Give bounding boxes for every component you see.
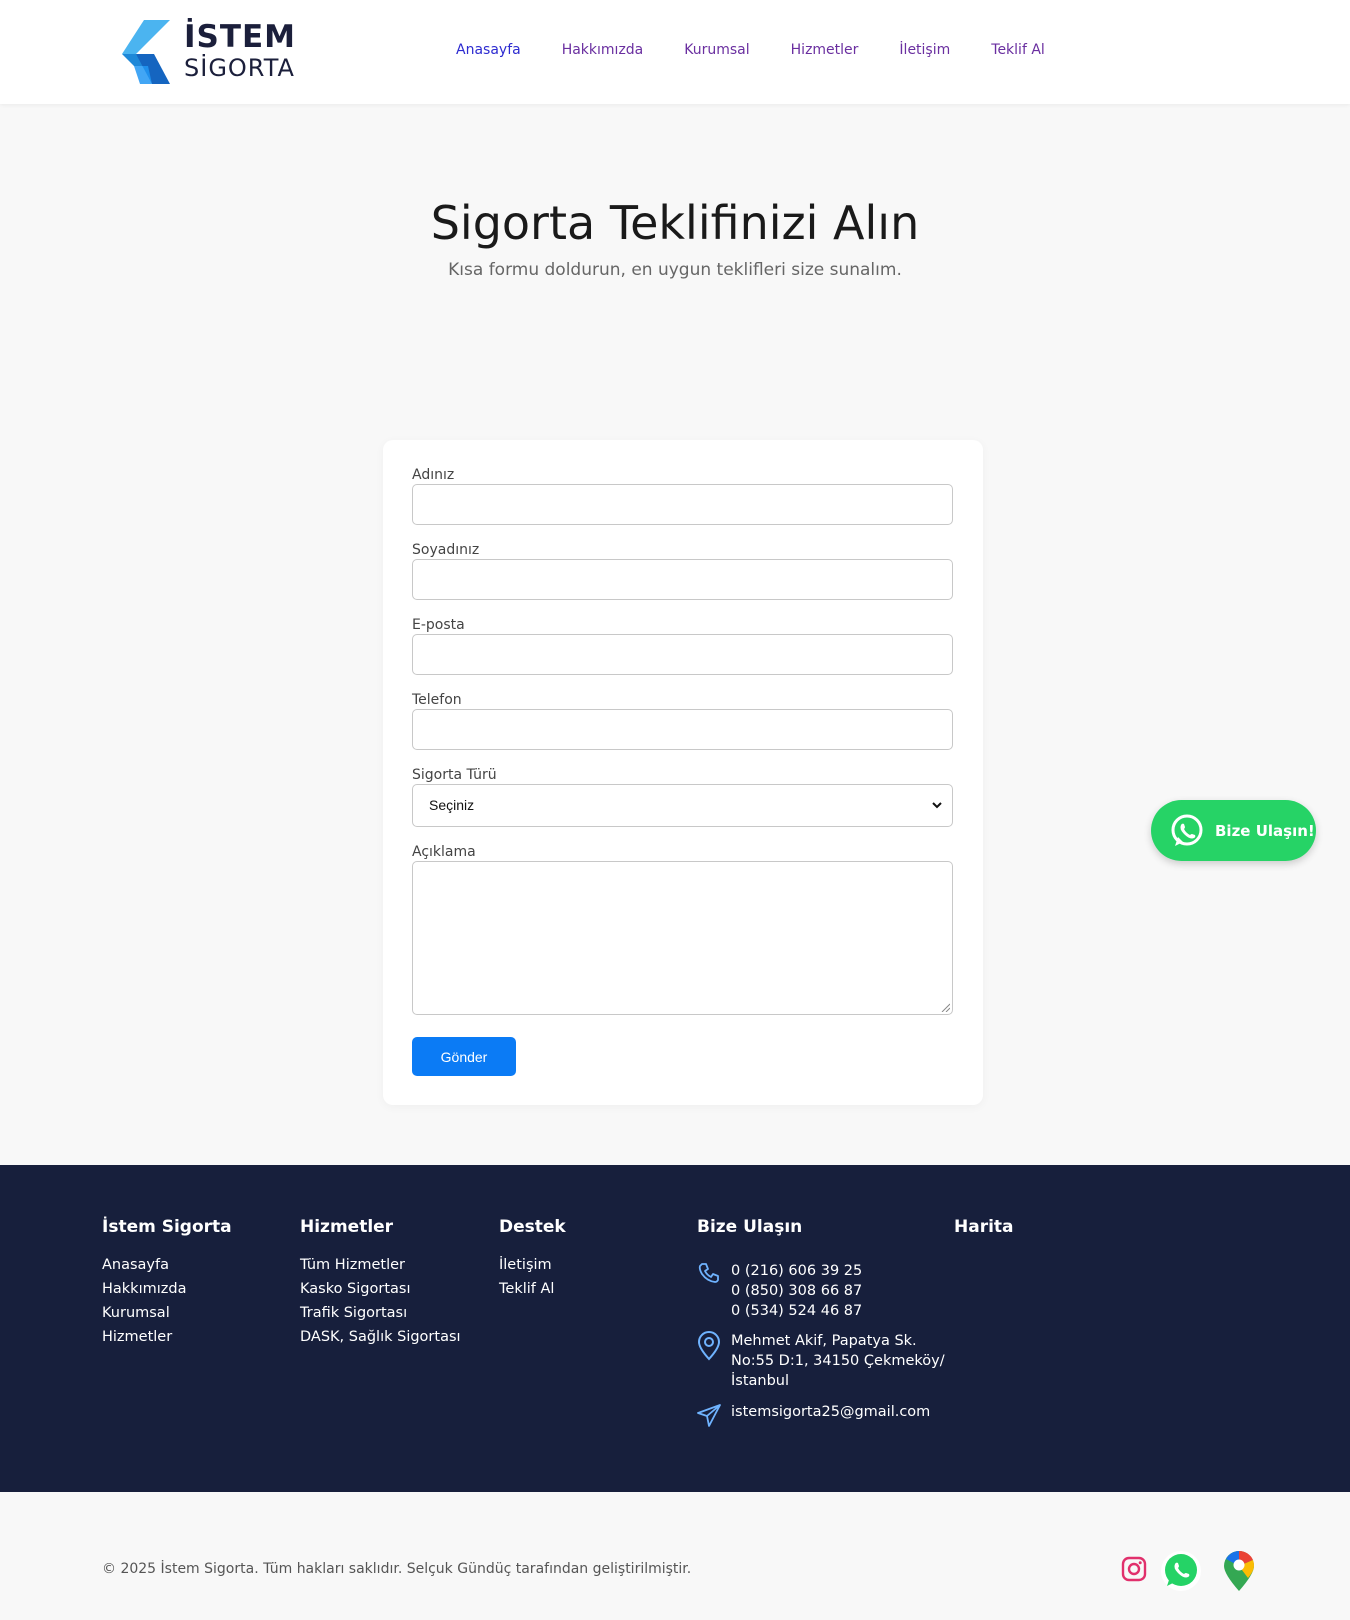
contact-address-line: No:55 D:1, 34150 Çekmeköy/ bbox=[731, 1353, 945, 1369]
contact-email: istemsigorta25@gmail.com bbox=[697, 1402, 930, 1428]
logo-line-2: SİGORTA bbox=[184, 54, 295, 82]
chevron-down-icon bbox=[932, 802, 942, 809]
nav-kurumsal[interactable]: Kurumsal bbox=[684, 42, 749, 58]
page-title: Sigorta Teklifinizi Alın bbox=[430, 196, 920, 250]
footer-link[interactable]: Trafik Sigortası bbox=[300, 1304, 461, 1322]
resize-grip-icon[interactable] bbox=[940, 1002, 950, 1012]
send-icon bbox=[697, 1404, 721, 1427]
site-footer: İstem Sigorta Anasayfa Hakkımızda Kurums… bbox=[0, 1165, 1350, 1492]
email-input[interactable] bbox=[412, 634, 953, 675]
description-label: Açıklama bbox=[412, 844, 476, 860]
phone-input[interactable] bbox=[412, 709, 953, 750]
insurance-type-label: Sigorta Türü bbox=[412, 767, 497, 783]
whatsapp-contact-label: Bize Ulaşın! bbox=[1215, 821, 1315, 840]
contact-address: Mehmet Akif, Papatya Sk. No:55 D:1, 3415… bbox=[697, 1331, 945, 1391]
footer-col-map: Harita bbox=[954, 1217, 1014, 1256]
contact-address-line: İstanbul bbox=[731, 1373, 790, 1389]
footer-link[interactable]: Hakkımızda bbox=[102, 1280, 232, 1298]
phone-label: Telefon bbox=[412, 692, 462, 708]
insurance-type-selected: Seçiniz bbox=[429, 797, 475, 813]
submit-button[interactable]: Gönder bbox=[412, 1037, 516, 1076]
footer-link[interactable]: DASK, Sağlık Sigortası bbox=[300, 1328, 461, 1346]
instagram-icon[interactable] bbox=[1121, 1556, 1147, 1582]
email-label: E-posta bbox=[412, 617, 465, 633]
footer-col-map-title: Harita bbox=[954, 1217, 1014, 1237]
nav-hakkimizda[interactable]: Hakkımızda bbox=[562, 42, 644, 58]
first-name-input[interactable] bbox=[412, 484, 953, 525]
footer-link[interactable]: Tüm Hizmetler bbox=[300, 1256, 461, 1274]
site-logo[interactable]: İSTEM SİGORTA bbox=[118, 18, 298, 86]
footer-link[interactable]: Teklif Al bbox=[499, 1280, 566, 1298]
logo-line-1: İSTEM bbox=[184, 19, 297, 55]
contact-address-line: Mehmet Akif, Papatya Sk. bbox=[731, 1333, 917, 1349]
contact-phone[interactable]: 0 (850) 308 66 87 bbox=[731, 1281, 862, 1301]
site-header: İSTEM SİGORTA Anasayfa Hakkımızda Kurums… bbox=[0, 0, 1350, 104]
footer-col-services-title: Hizmetler bbox=[300, 1217, 394, 1237]
contact-phones: 0 (216) 606 39 25 0 (850) 308 66 87 0 (5… bbox=[697, 1261, 862, 1321]
logo-text: İSTEM SİGORTA bbox=[184, 19, 297, 82]
contact-phone[interactable]: 0 (534) 524 46 87 bbox=[731, 1301, 862, 1321]
footer-link[interactable]: Kurumsal bbox=[102, 1304, 232, 1322]
nav-anasayfa[interactable]: Anasayfa bbox=[456, 42, 521, 58]
main-nav: Anasayfa Hakkımızda Kurumsal Hizmetler İ… bbox=[456, 42, 1086, 58]
footer-col-contact: Bize Ulaşın bbox=[697, 1217, 802, 1256]
last-name-label: Soyadınız bbox=[412, 542, 480, 558]
contact-email-link[interactable]: istemsigorta25@gmail.com bbox=[731, 1402, 930, 1428]
footer-col-services: Hizmetler Tüm Hizmetler Kasko Sigortası … bbox=[300, 1217, 461, 1352]
contact-phone[interactable]: 0 (216) 606 39 25 bbox=[731, 1261, 862, 1281]
nav-teklif-al[interactable]: Teklif Al bbox=[991, 42, 1045, 58]
nav-iletisim[interactable]: İletişim bbox=[899, 42, 950, 58]
whatsapp-icon[interactable] bbox=[1160, 1550, 1202, 1592]
quote-form: Adınız Soyadınız E-posta Telefon Sigorta… bbox=[383, 440, 983, 1105]
description-textarea[interactable] bbox=[412, 861, 953, 1015]
page-subtitle: Kısa formu doldurun, en uygun teklifleri… bbox=[448, 260, 902, 280]
footer-col-contact-title: Bize Ulaşın bbox=[697, 1217, 803, 1237]
footer-link[interactable]: İletişim bbox=[499, 1256, 566, 1274]
phone-icon bbox=[698, 1263, 719, 1283]
whatsapp-contact-button[interactable]: Bize Ulaşın! bbox=[1151, 800, 1316, 861]
footer-link[interactable]: Kasko Sigortası bbox=[300, 1280, 461, 1298]
first-name-label: Adınız bbox=[412, 467, 455, 483]
footer-col-support: Destek İletişim Teklif Al bbox=[499, 1217, 566, 1304]
footer-col-company: İstem Sigorta Anasayfa Hakkımızda Kurums… bbox=[102, 1217, 232, 1352]
google-maps-icon[interactable] bbox=[1222, 1549, 1256, 1593]
footer-col-support-title: Destek bbox=[499, 1217, 566, 1237]
location-pin-icon bbox=[697, 1331, 721, 1361]
footer-col-company-title: İstem Sigorta bbox=[102, 1217, 232, 1237]
whatsapp-icon bbox=[1171, 814, 1203, 846]
copyright-text: © 2025 İstem Sigorta. Tüm hakları saklıd… bbox=[102, 1561, 692, 1577]
nav-hizmetler[interactable]: Hizmetler bbox=[791, 42, 859, 58]
footer-link[interactable]: Hizmetler bbox=[102, 1328, 232, 1346]
logo-mark-icon bbox=[122, 20, 170, 84]
insurance-type-select[interactable]: Seçiniz bbox=[412, 784, 953, 827]
footer-link[interactable]: Anasayfa bbox=[102, 1256, 232, 1274]
last-name-input[interactable] bbox=[412, 559, 953, 600]
